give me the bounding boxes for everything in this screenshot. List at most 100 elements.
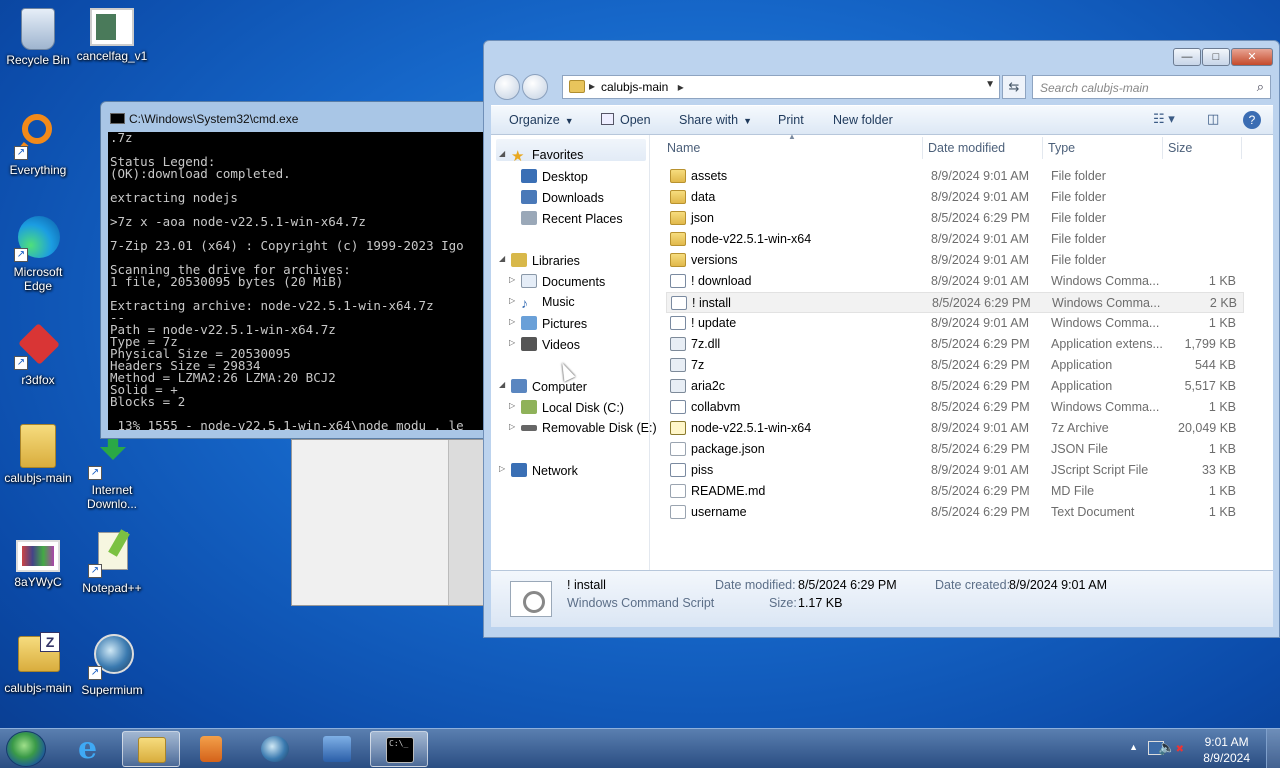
file-name: data	[691, 190, 716, 204]
expand-arrow-icon[interactable]: ▷	[509, 422, 515, 431]
file-type: Windows Comma...	[1051, 274, 1160, 288]
expand-arrow-icon[interactable]: ▷	[509, 275, 515, 284]
breadcrumb-current[interactable]: calubjs-main	[601, 80, 668, 94]
file-row[interactable]: README.md 8/5/2024 6:29 PM MD File 1 KB	[666, 481, 1244, 502]
expand-arrow-icon[interactable]: ▷	[509, 317, 515, 326]
expand-arrow-icon[interactable]: ◢	[499, 149, 505, 158]
expand-arrow-icon[interactable]: ▷	[509, 338, 515, 347]
nav-pictures[interactable]: ▷ Pictures	[509, 316, 587, 331]
address-dropdown-icon[interactable]: ▼	[985, 79, 995, 90]
nav-music[interactable]: ▷ ♪ Music	[509, 295, 575, 310]
expand-arrow-icon[interactable]: ◢	[499, 380, 505, 389]
refresh-button[interactable]: ⇆	[1002, 75, 1026, 99]
forward-button[interactable]	[522, 74, 548, 100]
nav-recent-places[interactable]: Recent Places	[521, 211, 623, 226]
show-desktop-button[interactable]	[1266, 729, 1280, 768]
preview-pane-icon[interactable]: ◫	[1207, 111, 1219, 127]
desktop-icon-internet-download[interactable]: ↗ Internet Downlo...	[74, 432, 150, 511]
expand-arrow-icon[interactable]: ▷	[499, 464, 505, 473]
desktop-icon-calubjs-main-folder[interactable]: calubjs-main	[0, 424, 76, 485]
back-button[interactable]	[494, 74, 520, 100]
clock[interactable]: 9:01 AM 8/9/2024	[1203, 734, 1250, 766]
cmd-console-output[interactable]: .7z Status Legend: (OK):download completed…	[108, 132, 499, 430]
minimize-button[interactable]: —	[1173, 48, 1201, 66]
expand-arrow-icon[interactable]: ◢	[499, 254, 505, 263]
taskbar-ie[interactable]: e	[62, 731, 120, 767]
column-divider[interactable]	[1241, 137, 1242, 159]
file-row[interactable]: data 8/9/2024 9:01 AM File folder	[666, 187, 1244, 208]
desktop-icon-edge[interactable]: ↗ Microsoft Edge	[0, 214, 76, 293]
desktop-icon-r3dfox[interactable]: ↗ r3dfox	[0, 322, 76, 387]
column-header-size[interactable]: Size	[1168, 141, 1192, 155]
file-row[interactable]: node-v22.5.1-win-x64 8/9/2024 9:01 AM File…	[666, 229, 1244, 250]
taskbar-media-player[interactable]	[182, 731, 240, 767]
volume-muted-icon[interactable]: 🔈✖	[1158, 739, 1184, 756]
column-divider[interactable]	[1042, 137, 1043, 159]
file-row[interactable]: ! install 8/5/2024 6:29 PM Windows Comma..…	[666, 292, 1244, 313]
expand-arrow-icon[interactable]: ▷	[509, 401, 515, 410]
desktop-icon-calubjs-main-zip[interactable]: Z calubjs-main	[0, 630, 76, 695]
desktop-icon-recycle-bin[interactable]: Recycle Bin	[0, 8, 76, 67]
search-input[interactable]: Search calubjs-main ⌕	[1032, 75, 1271, 99]
share-with-button[interactable]: Share with ▼	[679, 113, 752, 127]
expand-arrow-icon[interactable]: ▷	[509, 296, 515, 305]
file-row[interactable]: 7z 8/5/2024 6:29 PM Application 544 KB	[666, 355, 1244, 376]
nav-computer[interactable]: ◢ Computer	[499, 379, 587, 394]
nav-documents[interactable]: ▷ Documents	[509, 274, 605, 289]
nav-downloads[interactable]: Downloads	[521, 190, 604, 205]
file-row[interactable]: 7z.dll 8/5/2024 6:29 PM Application extens…	[666, 334, 1244, 355]
start-button[interactable]	[6, 731, 46, 767]
cmd-line: .7z	[110, 132, 133, 145]
cmd-window[interactable]: C:\Windows\System32\cmd.exe .7z Status Le…	[100, 101, 500, 439]
nav-videos[interactable]: ▷ Videos	[509, 337, 580, 352]
file-list[interactable]: Name ▲ Date modified Type Size assets 8/9…	[651, 132, 1273, 570]
file-row[interactable]: username 8/5/2024 6:29 PM Text Document 1 K…	[666, 502, 1244, 523]
column-header-name[interactable]: Name	[667, 141, 700, 155]
file-row[interactable]: collabvm 8/5/2024 6:29 PM Windows Comma...…	[666, 397, 1244, 418]
nav-desktop[interactable]: Desktop	[521, 169, 588, 184]
address-bar[interactable]: ▸ calubjs-main ▸ ▼	[562, 75, 1000, 99]
file-row[interactable]: piss 8/9/2024 9:01 AM JScript Script File 3…	[666, 460, 1244, 481]
file-row[interactable]: versions 8/9/2024 9:01 AM File folder	[666, 250, 1244, 271]
maximize-button[interactable]: □	[1202, 48, 1230, 66]
file-row[interactable]: node-v22.5.1-win-x64 8/9/2024 9:01 AM 7z A…	[666, 418, 1244, 439]
taskbar-supermium[interactable]	[246, 731, 304, 767]
file-row[interactable]: aria2c 8/5/2024 6:29 PM Application 5,517 K…	[666, 376, 1244, 397]
file-row[interactable]: json 8/5/2024 6:29 PM File folder	[666, 208, 1244, 229]
help-icon[interactable]: ?	[1243, 111, 1261, 129]
print-button[interactable]: Print	[778, 113, 804, 127]
column-divider[interactable]	[922, 137, 923, 159]
desktop-icon-notepadpp[interactable]: ↗ Notepad++	[74, 529, 150, 595]
desktop-icon-everything[interactable]: ↗ Everything	[0, 112, 76, 177]
nav-libraries[interactable]: ◢ Libraries	[499, 253, 580, 268]
file-row[interactable]: ! download 8/9/2024 9:01 AM Windows Comma.…	[666, 271, 1244, 292]
taskbar-explorer[interactable]	[122, 731, 180, 767]
nav-removable-disk[interactable]: ▷ Removable Disk (E:)	[509, 421, 657, 435]
column-header-date[interactable]: Date modified	[928, 141, 1005, 155]
taskbar-cmd[interactable]: C:\_	[370, 731, 428, 767]
desktop-icon-cancelfag[interactable]: cancelfag_v1	[74, 8, 150, 63]
view-options-icon[interactable]: ☷ ▾	[1153, 111, 1175, 127]
breadcrumb-chevron-icon[interactable]: ▸	[589, 79, 595, 93]
new-folder-button[interactable]: New folder	[833, 113, 893, 127]
explorer-window[interactable]: — □ ✕ ▸ calubjs-main ▸ ▼ ⇆ Search calubj…	[483, 40, 1280, 638]
organize-button[interactable]: Organize ▼	[509, 113, 574, 127]
column-header-type[interactable]: Type	[1048, 141, 1075, 155]
file-row[interactable]: package.json 8/5/2024 6:29 PM JSON File 1 K…	[666, 439, 1244, 460]
open-button[interactable]: Open	[601, 113, 651, 127]
cmd-title-bar[interactable]: C:\Windows\System32\cmd.exe	[101, 102, 499, 132]
nav-network[interactable]: ▷ Network	[499, 463, 578, 478]
file-row[interactable]: assets 8/9/2024 9:01 AM File folder	[666, 166, 1244, 187]
breadcrumb-chevron-icon[interactable]: ▸	[678, 80, 684, 94]
desktop-icon-supermium[interactable]: ↗ Supermium	[74, 632, 150, 697]
show-hidden-icons-icon[interactable]: ▲	[1129, 742, 1138, 752]
column-divider[interactable]	[1162, 137, 1163, 159]
navigation-pane[interactable]: ◢ ★ Favorites Desktop Downloads Recent Pla…	[491, 135, 657, 570]
nav-local-disk[interactable]: ▷ Local Disk (C:)	[509, 400, 624, 415]
taskbar-app[interactable]	[308, 731, 366, 767]
search-icon[interactable]: ⌕	[1257, 79, 1264, 95]
desktop-icon-8aywyc[interactable]: 8aYWyC	[0, 536, 76, 589]
nav-favorites[interactable]: ◢ ★ Favorites	[499, 148, 583, 164]
close-button[interactable]: ✕	[1231, 48, 1273, 66]
file-row[interactable]: ! update 8/9/2024 9:01 AM Windows Comma...…	[666, 313, 1244, 334]
